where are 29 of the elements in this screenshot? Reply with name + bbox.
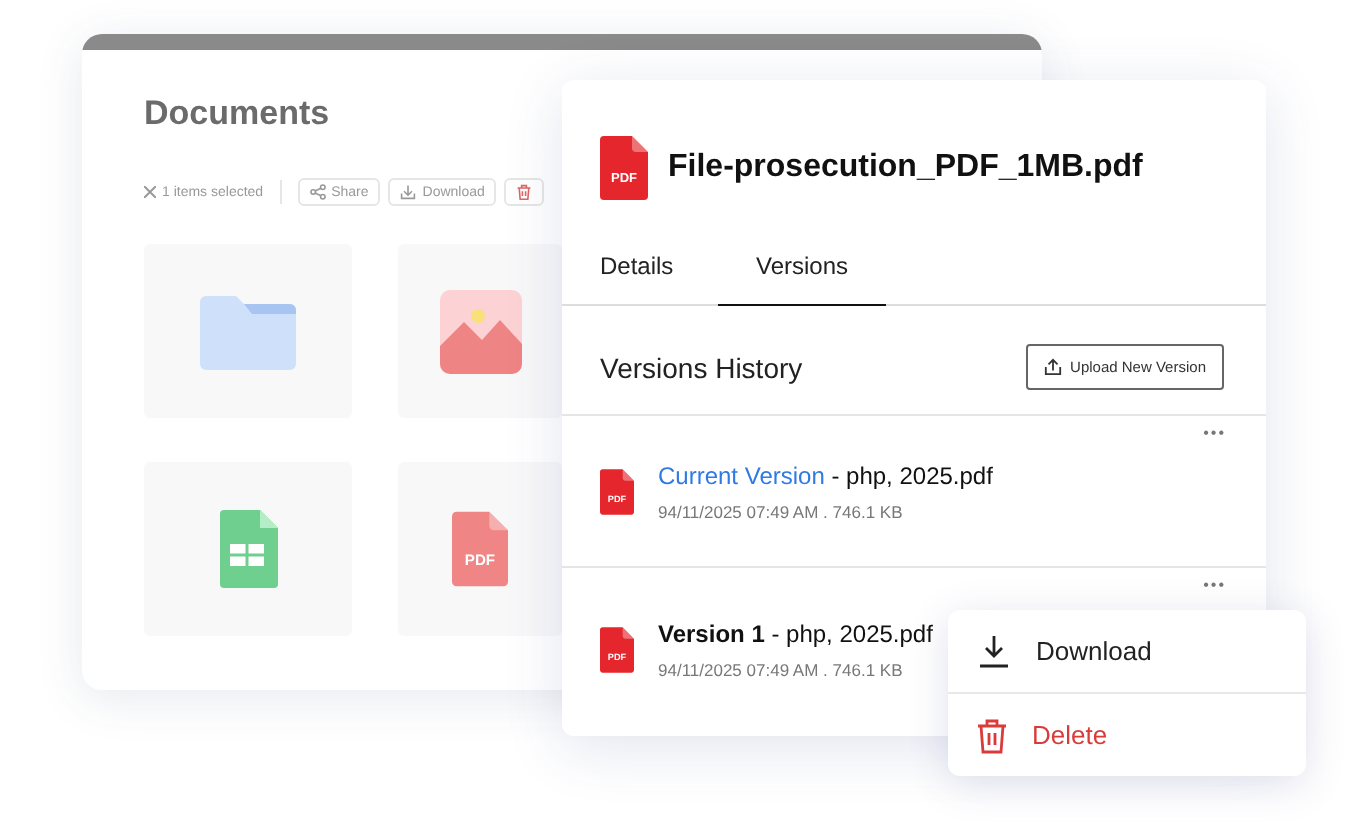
version-meta: 94/11/2025 07:49 AM . 746.1 KB bbox=[658, 660, 905, 680]
more-button[interactable]: ••• bbox=[1203, 424, 1226, 442]
version-meta: 94/11/2025 07:49 AM . 746.1 KB bbox=[658, 501, 905, 521]
more-button[interactable]: ••• bbox=[1203, 576, 1226, 594]
file-tile[interactable]: PDF bbox=[398, 462, 562, 636]
share-icon bbox=[309, 184, 326, 200]
image-icon bbox=[439, 289, 521, 373]
file-tile[interactable] bbox=[398, 244, 562, 418]
documents-title: Documents bbox=[144, 94, 332, 134]
tab[interactable]: Versions bbox=[718, 228, 886, 306]
folder-icon bbox=[200, 293, 296, 369]
pdf-badge-text: PDF bbox=[464, 551, 496, 570]
file-tile[interactable] bbox=[144, 462, 352, 636]
file-name: File-prosecution_PDF_1MB.pdf bbox=[668, 150, 1143, 186]
file-tile[interactable] bbox=[144, 244, 352, 418]
upload-icon bbox=[1044, 358, 1063, 376]
download-icon bbox=[400, 184, 417, 200]
trash-icon bbox=[516, 184, 533, 200]
spreadsheet-icon bbox=[219, 510, 277, 588]
section-title: Versions History bbox=[600, 351, 803, 383]
version-name: Version 1 - php, 2025.pdf bbox=[658, 620, 933, 648]
download-icon bbox=[976, 633, 1012, 669]
close-icon[interactable] bbox=[144, 186, 156, 198]
menu-item[interactable]: Download bbox=[948, 610, 1306, 692]
tab[interactable]: Details bbox=[562, 228, 718, 306]
menu-item[interactable]: Delete bbox=[948, 692, 1306, 776]
version-name: Current Version - php, 2025.pdf bbox=[658, 461, 993, 489]
trash-icon bbox=[976, 717, 1008, 753]
delete-button[interactable] bbox=[504, 178, 545, 206]
